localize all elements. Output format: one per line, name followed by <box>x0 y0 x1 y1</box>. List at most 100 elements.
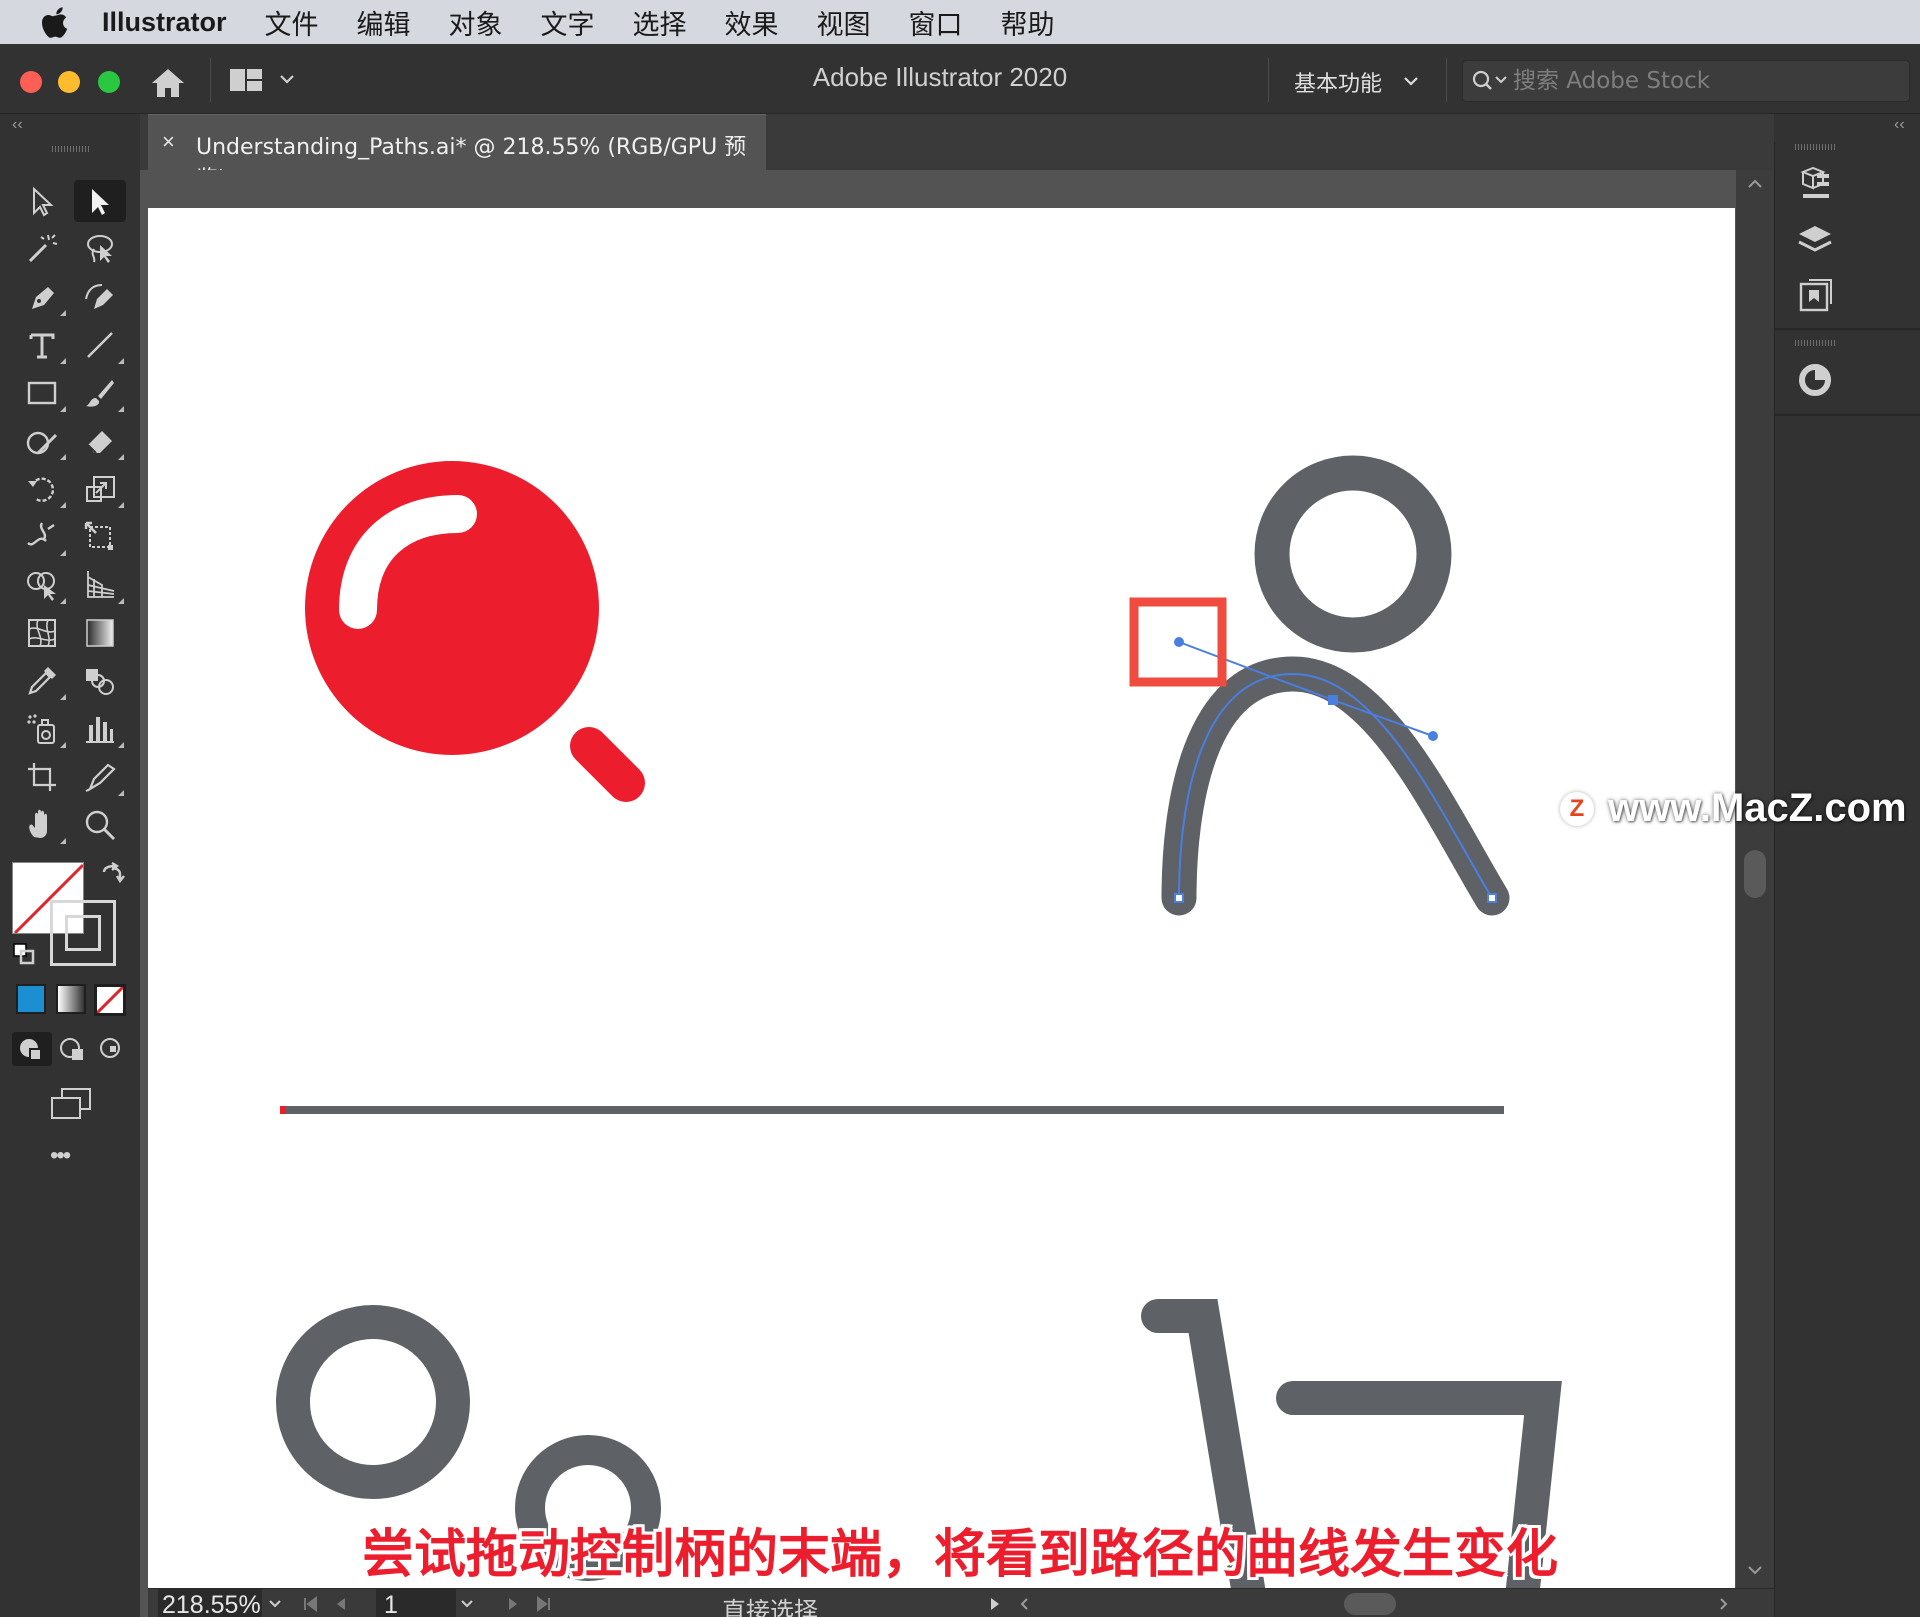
swap-fill-stroke-icon[interactable] <box>98 861 126 890</box>
color-mode-button[interactable] <box>16 984 46 1014</box>
pen-nib-icon <box>32 287 54 309</box>
close-tab-button[interactable]: × <box>162 129 175 155</box>
change-screen-mode-icon[interactable] <box>48 1086 94 1120</box>
status-menu-arrow-icon[interactable] <box>986 1595 1004 1613</box>
pen-tool[interactable] <box>16 276 68 318</box>
menu-select[interactable]: 选择 <box>633 3 687 42</box>
scroll-right-icon[interactable] <box>1714 1595 1732 1613</box>
horizontal-scroll-thumb[interactable] <box>1344 1593 1396 1615</box>
paintbrush-tool[interactable] <box>74 372 126 414</box>
color-guide-panel-icon[interactable] <box>1795 360 1835 400</box>
menu-object[interactable]: 对象 <box>449 3 503 42</box>
status-readout[interactable]: 直接选择 <box>722 1591 818 1617</box>
last-artboard-icon[interactable] <box>534 1595 552 1613</box>
zoom-level-field[interactable]: 218.55% <box>158 1589 262 1617</box>
menu-type[interactable]: 文字 <box>541 3 595 42</box>
type-tool[interactable] <box>16 324 68 366</box>
apple-icon[interactable] <box>38 5 72 39</box>
gradient-mode-button[interactable] <box>56 984 86 1014</box>
warp-tool[interactable] <box>16 516 68 558</box>
tool-group-indicator <box>118 790 124 796</box>
line-segment-tool[interactable] <box>74 324 126 366</box>
direct-selection-tool[interactable] <box>74 180 126 222</box>
rotate-tool[interactable] <box>16 468 68 510</box>
panel-grip[interactable] <box>52 146 90 152</box>
panel-dock <box>1774 142 1920 1617</box>
document-tab[interactable]: × Understanding_Paths.ai* @ 218.55% (RGB… <box>148 114 766 192</box>
panel-grip[interactable] <box>1795 340 1835 346</box>
menu-bar: Illustrator 文件 编辑 对象 文字 选择 效果 视图 窗口 帮助 <box>0 0 1920 44</box>
chevron-down-icon[interactable] <box>1402 74 1420 88</box>
mesh-tool[interactable] <box>16 612 68 654</box>
column-graph-tool[interactable] <box>74 708 126 750</box>
menu-view[interactable]: 视图 <box>817 3 871 42</box>
scroll-up-icon[interactable] <box>1744 176 1766 192</box>
app-name-menu[interactable]: Illustrator <box>102 7 227 38</box>
stroke-swatch[interactable] <box>50 900 116 966</box>
symbol-sprayer-tool[interactable] <box>16 708 68 750</box>
menu-file[interactable]: 文件 <box>265 3 319 42</box>
curvature-tool[interactable] <box>74 276 126 318</box>
chevron-down-icon[interactable] <box>458 1595 476 1613</box>
anchor-point[interactable] <box>1487 893 1497 903</box>
shape-builder-tool[interactable] <box>16 564 68 606</box>
menu-edit[interactable]: 编辑 <box>357 3 411 42</box>
lasso-tool[interactable] <box>74 228 126 270</box>
libraries-panel-icon[interactable] <box>1795 164 1835 204</box>
free-transform-tool[interactable] <box>74 516 126 558</box>
first-artboard-icon[interactable] <box>302 1595 320 1613</box>
search-magnifier-artwork[interactable] <box>305 461 645 802</box>
scroll-left-icon[interactable] <box>1016 1595 1034 1613</box>
artboards-panel-icon[interactable] <box>1795 276 1835 316</box>
panel-grip[interactable] <box>1795 144 1835 150</box>
handle-end-point[interactable] <box>1174 637 1184 647</box>
none-mode-button[interactable] <box>94 984 126 1016</box>
watermark-logo: Z <box>1560 791 1594 826</box>
stock-search-box[interactable] <box>1462 60 1910 102</box>
gradient-tool[interactable] <box>74 612 126 654</box>
line-start-marker <box>280 1106 286 1114</box>
default-fill-stroke-icon[interactable] <box>12 942 36 966</box>
eyedropper-tool[interactable] <box>16 660 68 702</box>
blend-tool[interactable] <box>74 660 126 702</box>
mesh-icon <box>28 619 56 647</box>
artboard-tool[interactable] <box>16 756 68 798</box>
next-artboard-icon[interactable] <box>504 1595 522 1613</box>
zoom-tool[interactable] <box>74 804 126 846</box>
rotate-icon <box>28 477 55 502</box>
draw-normal-icon <box>20 1039 42 1061</box>
vertical-scroll-thumb[interactable] <box>1744 850 1766 898</box>
slice-tool[interactable] <box>74 756 126 798</box>
collapse-toolbar-button[interactable]: ‹‹ <box>12 116 23 134</box>
rectangle-tool[interactable] <box>16 372 68 414</box>
vertical-scrollbar[interactable] <box>1736 170 1774 1590</box>
workspace-switcher[interactable]: 基本功能 <box>1294 66 1382 98</box>
tools-panel: ••• <box>0 142 140 1617</box>
draw-behind-button[interactable] <box>52 1032 92 1066</box>
magic-wand-tool[interactable] <box>16 228 68 270</box>
chevron-down-icon[interactable] <box>266 1595 284 1613</box>
menu-effect[interactable]: 效果 <box>725 3 779 42</box>
draw-normal-button[interactable] <box>12 1032 52 1066</box>
scale-tool[interactable] <box>74 468 126 510</box>
shaper-tool[interactable] <box>16 420 68 462</box>
collapse-dock-button[interactable]: ‹‹ <box>1894 116 1905 134</box>
anchor-point[interactable] <box>1174 893 1184 903</box>
stock-search-input[interactable] <box>1513 65 1893 97</box>
edit-toolbar-button[interactable]: ••• <box>50 1142 71 1170</box>
layers-panel-icon[interactable] <box>1795 220 1835 260</box>
selection-tool[interactable] <box>16 180 68 222</box>
menu-window[interactable]: 窗口 <box>909 3 963 42</box>
hand-tool[interactable] <box>16 804 68 846</box>
perspective-grid-tool[interactable] <box>74 564 126 606</box>
anchor-point[interactable] <box>1328 695 1338 705</box>
eraser-tool[interactable] <box>74 420 126 462</box>
artboard[interactable] <box>148 208 1735 1588</box>
handle-end-point[interactable] <box>1428 731 1438 741</box>
artwork[interactable] <box>148 208 1735 1588</box>
previous-artboard-icon[interactable] <box>332 1595 350 1613</box>
draw-inside-button[interactable] <box>92 1032 132 1066</box>
artboard-number-field[interactable]: 1 <box>376 1589 456 1617</box>
menu-help[interactable]: 帮助 <box>1001 3 1055 42</box>
slice-knife-icon <box>85 763 116 792</box>
